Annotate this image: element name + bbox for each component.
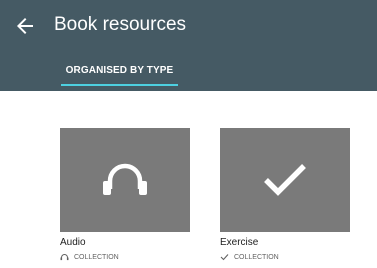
page-title: Book resources xyxy=(54,14,187,35)
resource-meta: COLLECTION xyxy=(60,253,119,261)
arrow-left-icon xyxy=(13,14,37,38)
resource-title: Exercise xyxy=(220,237,259,248)
resource-thumbnail xyxy=(60,128,190,232)
app-bar: Book resources ORGANISED BY TYPE xyxy=(0,0,377,91)
resource-card-exercise[interactable]: Exercise COLLECTION xyxy=(220,128,351,268)
back-button[interactable] xyxy=(13,14,37,38)
resource-card-audio[interactable]: Audio COLLECTION xyxy=(60,128,191,268)
resource-type-label: COLLECTION xyxy=(234,253,279,261)
resource-type-label: COLLECTION xyxy=(74,253,119,261)
resource-title: Audio xyxy=(60,237,86,248)
tab-indicator xyxy=(61,84,178,86)
checkmark-icon xyxy=(220,253,229,261)
resource-meta: COLLECTION xyxy=(220,253,279,261)
tab-organised-by-type[interactable]: ORGANISED BY TYPE xyxy=(61,54,178,91)
resource-thumbnail xyxy=(220,128,350,232)
tab-label: ORGANISED BY TYPE xyxy=(65,65,174,76)
headphones-icon xyxy=(60,253,69,261)
